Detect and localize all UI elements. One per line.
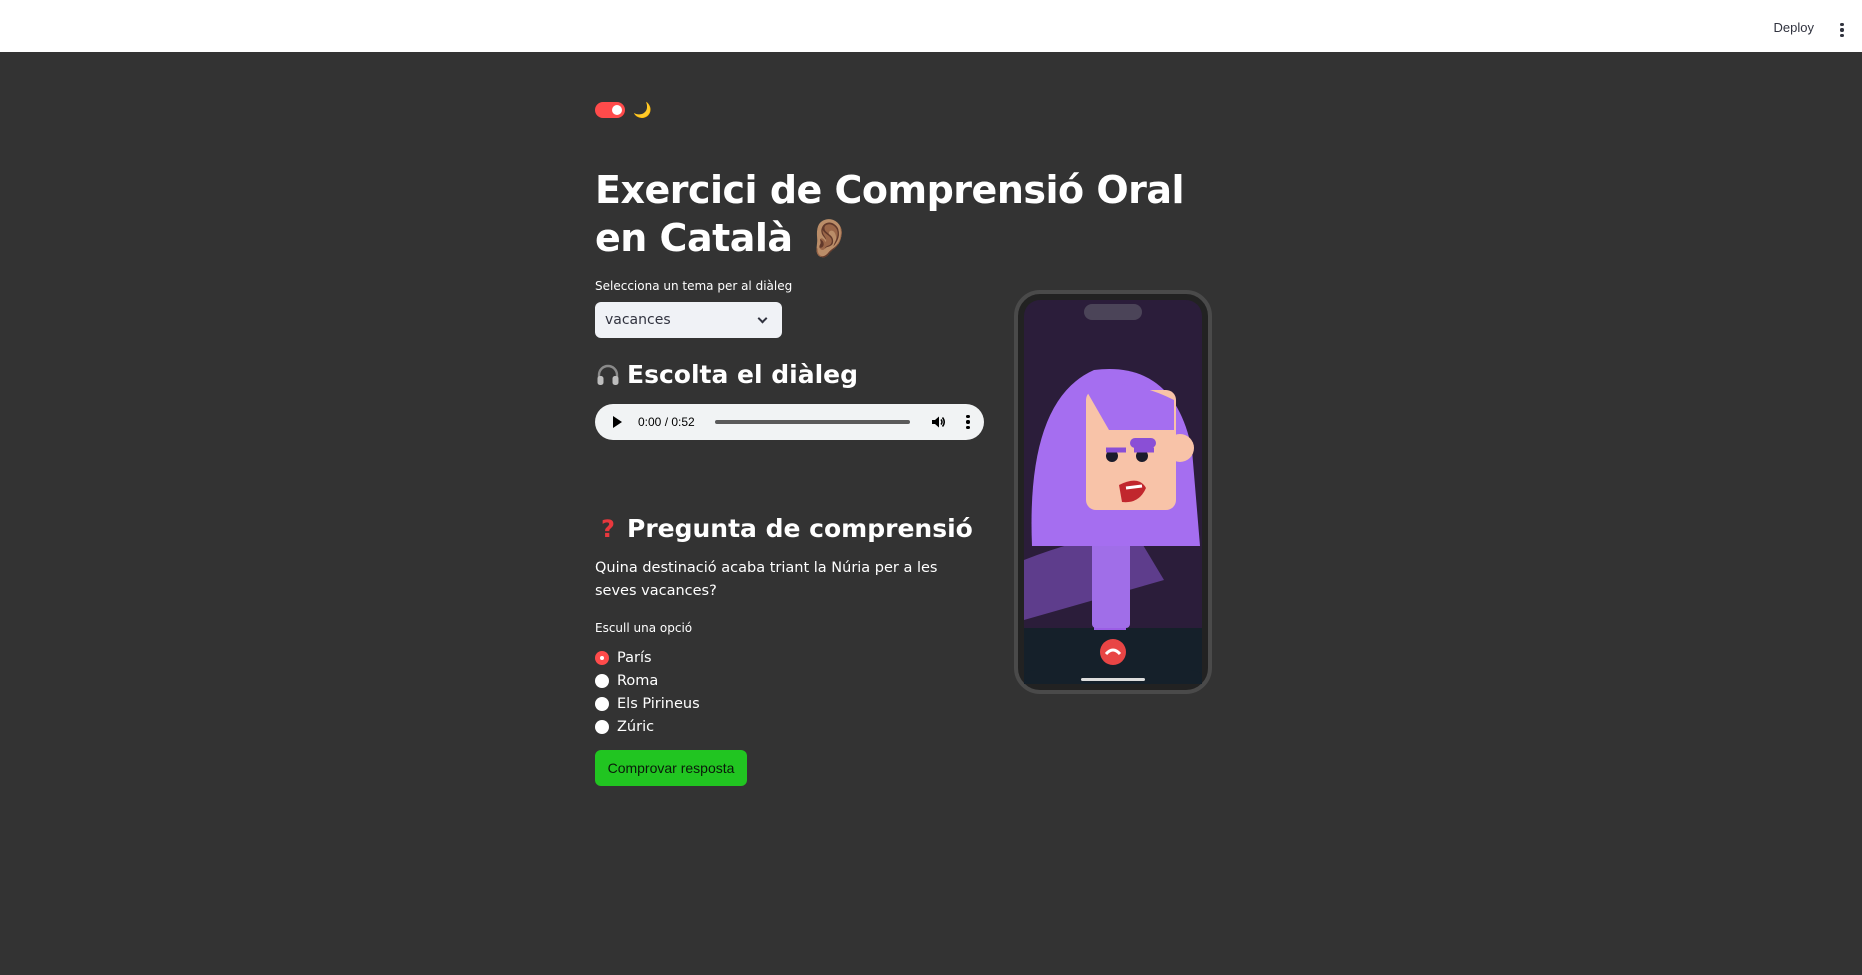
check-answer-button[interactable]: Comprovar resposta bbox=[595, 750, 747, 786]
audio-heading: Escolta el diàleg bbox=[595, 357, 858, 393]
volume-icon[interactable] bbox=[930, 414, 946, 430]
radio-option-label: Els Pirineus bbox=[617, 695, 700, 712]
radio-option-label: París bbox=[617, 649, 652, 666]
radio-option-zuric[interactable]: Zúric bbox=[595, 715, 700, 738]
radio-option-label: Roma bbox=[617, 672, 659, 689]
radio-option-paris[interactable]: París bbox=[595, 646, 700, 669]
topic-select-value: vacances bbox=[605, 312, 671, 328]
question-heading-text: Pregunta de comprensió bbox=[627, 514, 973, 543]
radio-option-label: Zúric bbox=[617, 718, 655, 735]
headphones-icon bbox=[597, 364, 619, 385]
question-mark-icon: ? bbox=[601, 515, 615, 543]
question-heading: ? Pregunta de comprensió bbox=[595, 511, 973, 547]
app-header: Deploy bbox=[0, 0, 1862, 52]
audio-progress-bar[interactable] bbox=[714, 420, 910, 424]
topic-select[interactable]: vacances bbox=[595, 302, 782, 338]
audio-time: 0:00 / 0:52 bbox=[638, 415, 695, 429]
audio-player: 0:00 / 0:52 bbox=[595, 404, 984, 440]
radio-option-pirineus[interactable]: Els Pirineus bbox=[595, 692, 700, 715]
radio-button[interactable] bbox=[595, 673, 609, 688]
radio-button-selected[interactable] bbox=[595, 650, 609, 665]
play-icon[interactable] bbox=[613, 416, 622, 428]
chevron-down-icon bbox=[757, 313, 768, 323]
radio-option-roma[interactable]: Roma bbox=[595, 669, 700, 692]
main-menu-icon[interactable] bbox=[1840, 23, 1844, 37]
dark-mode-switch[interactable] bbox=[595, 102, 625, 118]
page-title: Exercici de Comprensió Oral en Català 👂🏽 bbox=[595, 168, 1185, 260]
answer-radio-group: París Roma Els Pirineus Zúric bbox=[595, 646, 700, 738]
audio-heading-text: Escolta el diàleg bbox=[627, 360, 859, 389]
phone-call-illustration bbox=[1014, 290, 1212, 694]
radio-button[interactable] bbox=[595, 696, 609, 711]
theme-toggle: 🌙 bbox=[595, 102, 652, 118]
moon-icon: 🌙 bbox=[633, 101, 652, 119]
question-text: Quina destinació acaba triant la Núria p… bbox=[595, 560, 938, 599]
deploy-button[interactable]: Deploy bbox=[1774, 20, 1814, 35]
topic-select-label: Selecciona un tema per al diàleg bbox=[595, 279, 793, 293]
radio-button[interactable] bbox=[595, 719, 609, 734]
audio-more-options-icon[interactable] bbox=[966, 415, 970, 429]
options-label: Escull una opció bbox=[595, 621, 693, 635]
